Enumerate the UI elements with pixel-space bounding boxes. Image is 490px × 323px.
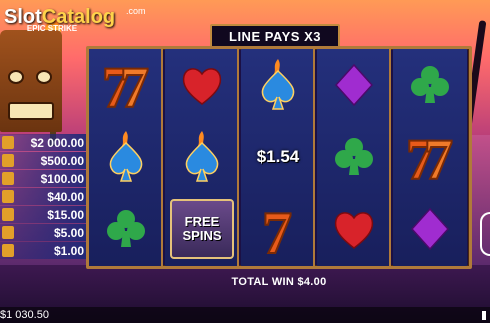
menu-icon[interactable] xyxy=(482,311,486,320)
bottom-bar xyxy=(0,307,490,323)
symbol-mini-icon xyxy=(2,154,14,167)
paytable-value: $5.00 xyxy=(53,225,84,240)
club-icon xyxy=(335,138,373,175)
reel-cell xyxy=(393,193,467,265)
paytable: $2 000.00 $500.00 $100.00 $40.00 $15.00 … xyxy=(0,134,88,260)
paytable-row: $2 000.00 xyxy=(0,134,88,151)
paytable-value: $500.00 xyxy=(40,153,84,168)
reel-3: $1.54 7 xyxy=(241,49,315,266)
balance: $1 030.50 xyxy=(0,309,49,321)
reel-cell: FREE SPINS xyxy=(165,193,239,265)
reel-cell: $1.54 xyxy=(241,121,315,193)
symbol-mini-icon xyxy=(2,190,14,203)
watermark: SlotCatalog xyxy=(4,6,115,29)
flaming-spade-icon xyxy=(261,59,295,110)
tiki-eye xyxy=(8,70,24,84)
svg-text:7: 7 xyxy=(262,200,292,259)
reels-frame: 77 FREE SPINS $1.54 7 77 xyxy=(86,46,472,269)
watermark-part1: Slot xyxy=(4,6,42,28)
paytable-row: $40.00 xyxy=(0,188,88,205)
line-pays-banner: LINE PAYS X3 xyxy=(210,24,340,48)
reel-cell: 77 xyxy=(89,49,163,121)
paytable-row: $1.00 xyxy=(0,242,88,259)
reel-5: 77 xyxy=(393,49,467,266)
seven-icon: 77 xyxy=(101,55,150,115)
free-spins-line1: FREE xyxy=(184,214,220,229)
diamond-icon xyxy=(334,63,374,107)
watermark-suffix: .com xyxy=(126,6,146,16)
heart-icon xyxy=(182,68,222,105)
reel-cell xyxy=(317,49,391,121)
symbol-mini-icon xyxy=(2,136,14,149)
symbol-mini-icon xyxy=(2,208,14,221)
reel-cell xyxy=(241,49,315,121)
symbol-mini-icon xyxy=(2,244,14,257)
paytable-row: $500.00 xyxy=(0,152,88,169)
reel-1: 77 xyxy=(89,49,163,266)
diamond-icon xyxy=(410,207,450,251)
reel-cell: 7 xyxy=(241,193,315,265)
reel-cell xyxy=(317,121,391,193)
reel-cell xyxy=(317,193,391,265)
reel-cell xyxy=(165,49,239,121)
svg-text:7: 7 xyxy=(120,55,149,115)
paytable-value: $1.00 xyxy=(53,243,84,258)
club-icon xyxy=(107,210,145,247)
symbol-mini-icon xyxy=(2,226,14,239)
heart-icon xyxy=(334,212,374,249)
paytable-row: $15.00 xyxy=(0,206,88,223)
reel-cell: 77 xyxy=(393,121,467,193)
reel-4 xyxy=(317,49,391,266)
seven-icon: 7 xyxy=(261,199,293,259)
reel-cell xyxy=(89,121,163,193)
club-icon xyxy=(411,66,449,103)
watermark-part2: Catalog xyxy=(41,6,116,28)
paytable-value: $100.00 xyxy=(40,171,84,186)
free-spins-symbol: FREE SPINS xyxy=(170,199,234,259)
spin-button[interactable] xyxy=(480,212,490,256)
paytable-row: $100.00 xyxy=(0,170,88,187)
svg-text:7: 7 xyxy=(424,127,453,187)
reel-2: FREE SPINS xyxy=(165,49,239,266)
reel-cell xyxy=(165,121,239,193)
total-win: TOTAL WIN $4.00 xyxy=(231,276,327,288)
tiki-mouth xyxy=(8,102,54,120)
reel-cell xyxy=(89,193,163,265)
symbol-mini-icon xyxy=(2,172,14,185)
paytable-row: $5.00 xyxy=(0,224,88,241)
win-amount: $1.54 xyxy=(256,147,300,166)
flaming-spade-icon xyxy=(109,131,143,182)
reel-cell xyxy=(393,49,467,121)
free-spins-line2: SPINS xyxy=(182,228,222,243)
paytable-value: $2 000.00 xyxy=(30,135,84,150)
paytable-value: $40.00 xyxy=(47,189,84,204)
tiki-eye xyxy=(36,70,52,84)
flaming-spade-icon xyxy=(185,131,219,182)
seven-icon: 77 xyxy=(405,127,454,187)
paytable-value: $15.00 xyxy=(47,207,84,222)
